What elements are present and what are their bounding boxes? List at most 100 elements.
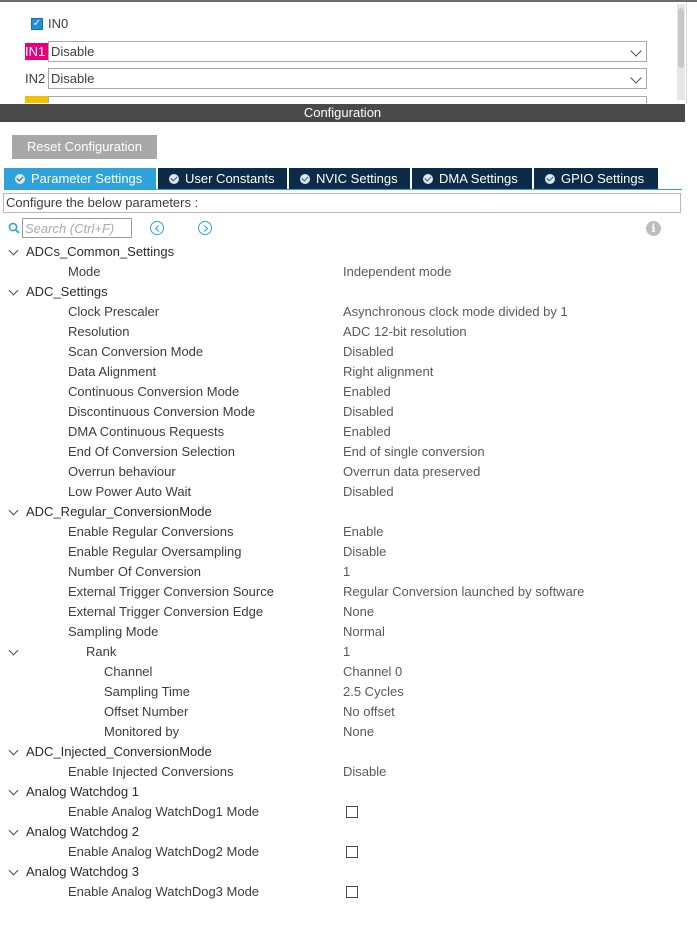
in0-label: IN0: [48, 16, 69, 31]
param-value[interactable]: Right alignment: [343, 364, 433, 379]
tree-param-row[interactable]: Monitored by None: [0, 722, 685, 742]
chevron-down-icon[interactable]: [8, 645, 19, 656]
tab-nvic-settings[interactable]: NVIC Settings: [289, 168, 410, 189]
param-value[interactable]: End of single conversion: [343, 444, 485, 459]
in2-select[interactable]: Disable: [48, 68, 647, 89]
tree-group-row[interactable]: Analog Watchdog 1: [0, 782, 685, 802]
tree-checkbox-row[interactable]: Enable Analog WatchDog2 Mode: [0, 842, 685, 862]
chevron-down-icon[interactable]: [8, 745, 19, 756]
tree-group-row[interactable]: ADCs_Common_Settings: [0, 242, 685, 262]
param-value[interactable]: None: [343, 604, 374, 619]
tree-group-row[interactable]: ADC_Regular_ConversionMode: [0, 502, 685, 522]
param-value[interactable]: Enable: [343, 524, 383, 539]
tree-param-row[interactable]: Resolution ADC 12-bit resolution: [0, 322, 685, 342]
tree-group-label: Analog Watchdog 1: [26, 784, 139, 799]
chevron-right-circle-icon[interactable]: [198, 221, 212, 235]
chevron-down-icon[interactable]: [8, 245, 19, 256]
tree-param-row[interactable]: Scan Conversion Mode Disabled: [0, 342, 685, 362]
tree-param-row[interactable]: Low Power Auto Wait Disabled: [0, 482, 685, 502]
tab-user-constants[interactable]: User Constants: [158, 168, 287, 189]
param-value[interactable]: Independent mode: [343, 264, 451, 279]
tree-group-row[interactable]: Analog Watchdog 2: [0, 822, 685, 842]
param-value[interactable]: Normal: [343, 624, 385, 639]
param-value[interactable]: Disable: [343, 544, 386, 559]
param-value[interactable]: Overrun data preserved: [343, 464, 480, 479]
tree-group-row[interactable]: ADC_Settings: [0, 282, 685, 302]
param-value[interactable]: Disabled: [343, 344, 394, 359]
param-label: Sampling Time: [104, 684, 190, 699]
chevron-down-icon[interactable]: [8, 285, 19, 296]
tree-group-label: Analog Watchdog 3: [26, 864, 139, 879]
param-value[interactable]: Regular Conversion launched by software: [343, 584, 584, 599]
tree-checkbox-row[interactable]: Enable Analog WatchDog1 Mode: [0, 802, 685, 822]
tree-param-row[interactable]: Offset Number No offset: [0, 702, 685, 722]
param-value[interactable]: 2.5 Cycles: [343, 684, 404, 699]
chevron-down-icon[interactable]: [8, 505, 19, 516]
param-label: Enable Analog WatchDog2 Mode: [68, 844, 260, 859]
tree-param-row[interactable]: Enable Regular Conversions Enable: [0, 522, 685, 542]
top-panel-scrollbar[interactable]: [677, 4, 685, 100]
reset-configuration-button[interactable]: Reset Configuration: [12, 135, 157, 159]
in0-checkbox-row[interactable]: ✓ IN0: [31, 16, 68, 31]
tab-gpio-settings[interactable]: GPIO Settings: [534, 168, 658, 189]
tree-param-row[interactable]: Sampling Time 2.5 Cycles: [0, 682, 685, 702]
check-circle-icon: [169, 173, 179, 184]
tree-param-row[interactable]: Mode Independent mode: [0, 262, 685, 282]
search-input[interactable]: [22, 218, 132, 238]
tree-group-row[interactable]: Analog Watchdog 3: [0, 862, 685, 882]
in1-select[interactable]: Disable: [48, 41, 647, 62]
tree-param-row[interactable]: DMA Continuous Requests Enabled: [0, 422, 685, 442]
param-value[interactable]: Enabled: [343, 424, 391, 439]
tree-param-row[interactable]: Discontinuous Conversion Mode Disabled: [0, 402, 685, 422]
tree-param-row[interactable]: External Trigger Conversion Edge None: [0, 602, 685, 622]
chevron-down-icon[interactable]: [630, 45, 642, 57]
tree-param-row[interactable]: Overrun behaviour Overrun data preserved: [0, 462, 685, 482]
param-label: Low Power Auto Wait: [68, 484, 192, 499]
tab-label: GPIO Settings: [561, 171, 645, 186]
param-value[interactable]: 1: [343, 644, 350, 659]
param-value[interactable]: Disabled: [343, 484, 394, 499]
tree-param-row[interactable]: Sampling Mode Normal: [0, 622, 685, 642]
chevron-down-icon[interactable]: [8, 825, 19, 836]
tree-param-row[interactable]: Number Of Conversion 1: [0, 562, 685, 582]
scrollbar-thumb[interactable]: [678, 8, 684, 68]
tree-param-row[interactable]: Enable Injected Conversions Disable: [0, 762, 685, 782]
param-value[interactable]: No offset: [343, 704, 395, 719]
tree-param-row[interactable]: External Trigger Conversion Source Regula…: [0, 582, 685, 602]
param-label: Rank: [86, 644, 117, 659]
chevron-down-icon[interactable]: [630, 72, 642, 84]
tree-param-row[interactable]: Data Alignment Right alignment: [0, 362, 685, 382]
tab-dma-settings[interactable]: DMA Settings: [412, 168, 532, 189]
tree-param-row[interactable]: Channel Channel 0: [0, 662, 685, 682]
param-value[interactable]: None: [343, 724, 374, 739]
chevron-left-circle-icon[interactable]: [150, 221, 164, 235]
in1-label: IN1: [25, 43, 48, 60]
param-label: Overrun behaviour: [68, 464, 176, 479]
chevron-down-icon[interactable]: [8, 785, 19, 796]
param-value[interactable]: Disable: [343, 764, 386, 779]
checkbox-checked-icon[interactable]: ✓: [31, 17, 43, 30]
tree-subgroup-row[interactable]: Rank 1: [0, 642, 685, 662]
info-icon[interactable]: i: [646, 221, 661, 236]
tree-group-row[interactable]: ADC_Injected_ConversionMode: [0, 742, 685, 762]
param-checkbox[interactable]: [346, 846, 358, 858]
param-value[interactable]: Enabled: [343, 384, 391, 399]
param-label: Continuous Conversion Mode: [68, 384, 240, 399]
tree-param-row[interactable]: Continuous Conversion Mode Enabled: [0, 382, 685, 402]
param-value[interactable]: ADC 12-bit resolution: [343, 324, 467, 339]
param-checkbox[interactable]: [346, 806, 358, 818]
in3-select-partial[interactable]: [48, 96, 647, 103]
tree-group-label: ADC_Regular_ConversionMode: [26, 504, 212, 519]
tree-group-label: ADCs_Common_Settings: [26, 244, 175, 259]
param-value[interactable]: Disabled: [343, 404, 394, 419]
param-value[interactable]: 1: [343, 564, 350, 579]
tree-param-row[interactable]: Enable Regular Oversampling Disable: [0, 542, 685, 562]
param-value[interactable]: Channel 0: [343, 664, 402, 679]
param-value[interactable]: Asynchronous clock mode divided by 1: [343, 304, 568, 319]
tree-param-row[interactable]: End Of Conversion Selection End of single…: [0, 442, 685, 462]
tree-param-row[interactable]: Clock Prescaler Asynchronous clock mode d…: [0, 302, 685, 322]
tab-parameter-settings[interactable]: Parameter Settings: [4, 168, 156, 189]
chevron-down-icon[interactable]: [8, 865, 19, 876]
param-checkbox[interactable]: [346, 886, 358, 898]
tree-checkbox-row[interactable]: Enable Analog WatchDog3 Mode: [0, 882, 685, 902]
